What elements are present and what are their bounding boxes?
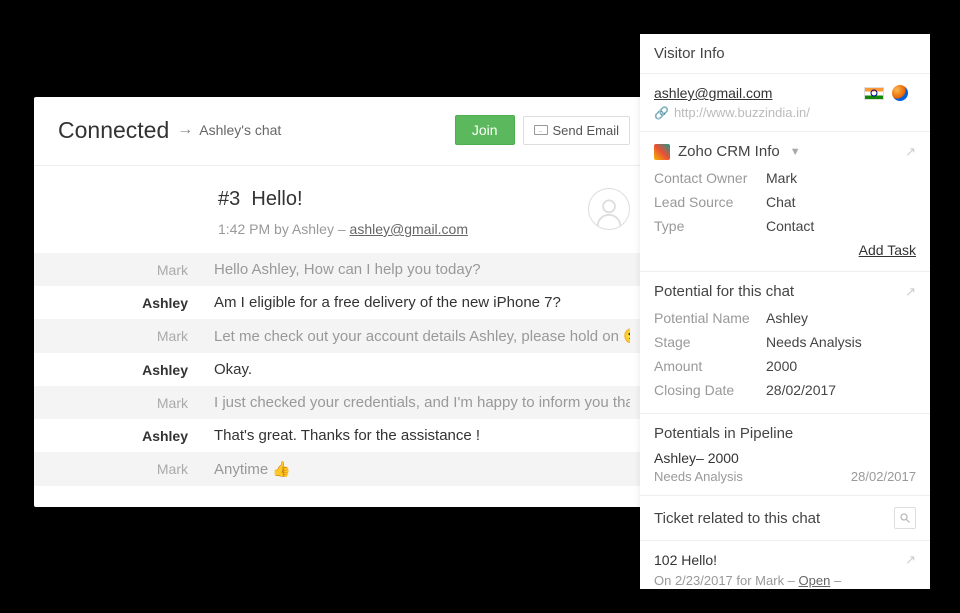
crm-section: Zoho CRM Info ▼ ↗ Contact OwnerMark Lead… [640,132,930,272]
chat-title: #3 Hello! [218,188,588,211]
message-sender: Mark [58,395,188,411]
pipeline-title: Potentials in Pipeline [654,425,916,442]
message-sender: Mark [58,262,188,278]
message-row: Ashley Okay. [34,353,654,386]
message-text: I just checked your credentials, and I'm… [214,394,630,411]
message-row: Ashley Am I eligible for a free delivery … [34,286,654,319]
message-row: Mark Anytime 👍 [34,452,654,486]
message-sender: Ashley [58,295,188,311]
add-task-link[interactable]: Add Task [859,242,916,258]
pipeline-section: Potentials in Pipeline Ashley– 2000 Need… [640,414,930,496]
visitor-email-link[interactable]: ashley@gmail.com [654,85,772,101]
ticket-item: 102 Hello! ↗ On 2/23/2017 for Mark – Ope… [640,541,930,599]
send-email-button[interactable]: Send Email [523,116,630,145]
arrow-right-icon: → [177,121,193,139]
visitor-info-section: Visitor Info [640,34,930,74]
ticket-title[interactable]: 102 Hello! [654,552,717,568]
visitor-avatar [588,188,630,230]
chat-email-link[interactable]: ashley@gmail.com [350,221,468,237]
message-row: Mark Let me check out your account detail… [34,319,654,353]
ticket-section-title: Ticket related to this chat [654,510,820,527]
message-sender: Mark [58,461,188,477]
zoho-crm-icon [654,144,670,160]
message-text: Anytime 👍 [214,460,630,478]
external-link-icon[interactable]: ↗ [905,284,916,300]
message-row: Mark Hello Ashley, How can I help you tod… [34,253,654,286]
send-email-label: Send Email [553,123,619,138]
chevron-down-icon[interactable]: ▼ [790,146,801,158]
potential-title: Potential for this chat [654,283,794,300]
connection-status: Connected [58,117,169,144]
message-text: That's great. Thanks for the assistance … [214,427,630,444]
ticket-subtitle: On 2/23/2017 for Mark – Open – [654,573,916,588]
pipeline-item-title[interactable]: Ashley– 2000 [654,450,916,466]
link-icon: 🔗 [654,106,669,120]
chat-header: Connected → Ashley's chat Join Send Emai… [34,97,654,166]
message-text: Am I eligible for a free delivery of the… [214,294,630,311]
message-text: Okay. [214,361,630,378]
ticket-status[interactable]: Open [799,573,831,588]
external-link-icon[interactable]: ↗ [905,552,916,568]
message-row: Ashley That's great. Thanks for the assis… [34,419,654,452]
message-text: Hello Ashley, How can I help you today? [214,261,630,278]
message-sender: Ashley [58,428,188,444]
message-sender: Mark [58,328,188,344]
visitor-details: ashley@gmail.com 🔗 http://www.buzzindia.… [640,74,930,132]
pipeline-item-stage: Needs Analysis [654,469,743,484]
firefox-icon [892,85,908,101]
external-link-icon[interactable]: ↗ [905,144,916,160]
ticket-section-header: Ticket related to this chat [640,496,930,541]
join-button[interactable]: Join [455,115,515,145]
pipeline-item-date: 28/02/2017 [851,469,916,484]
mail-icon [534,125,548,135]
chat-body: #3 Hello! 1:42 PM by Ashley – ashley@gma… [34,166,654,486]
crm-title: Zoho CRM Info [678,143,780,160]
chat-subject: Ashley's chat [199,122,281,138]
chat-subtitle: 1:42 PM by Ashley – ashley@gmail.com [218,221,588,237]
visitor-info-title: Visitor Info [654,45,916,62]
message-sender: Ashley [58,362,188,378]
visitor-url: http://www.buzzindia.in/ [674,105,810,120]
chat-panel: Connected → Ashley's chat Join Send Emai… [34,97,654,507]
side-panel: Visitor Info ashley@gmail.com 🔗 http://w… [640,34,930,589]
message-text: Let me check out your account details As… [214,327,630,345]
potential-section: Potential for this chat ↗ Potential Name… [640,272,930,414]
search-icon[interactable] [894,507,916,529]
message-row: Mark I just checked your credentials, and… [34,386,654,419]
india-flag-icon [864,87,884,100]
